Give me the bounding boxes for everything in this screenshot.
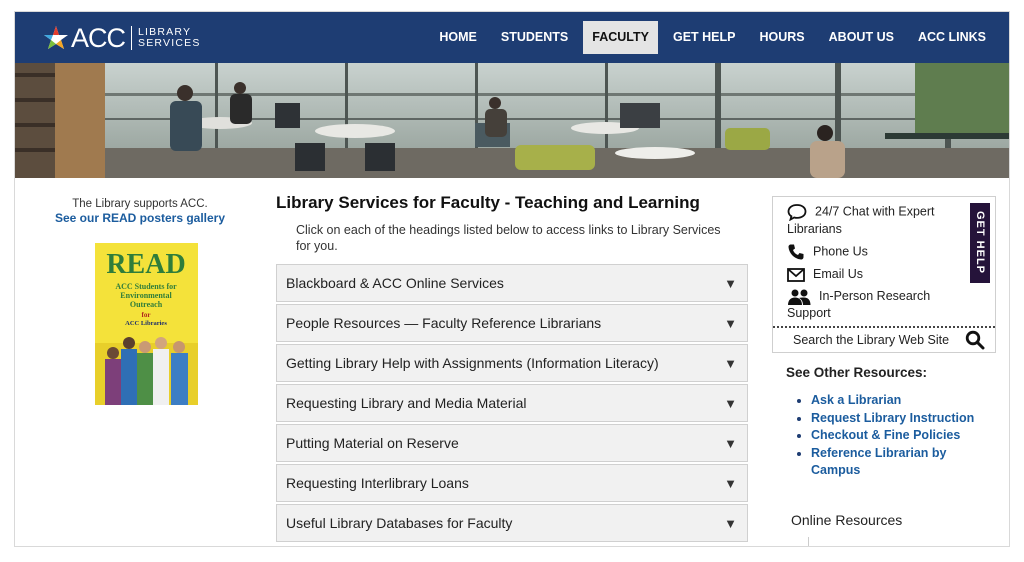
logo-text: ACC — [71, 23, 126, 53]
request-library-instruction-link[interactable]: Request Library Instruction — [797, 410, 993, 428]
read-poster-graphic: READ ACC Students for Environmental Outr… — [95, 243, 198, 405]
accordion-label: Getting Library Help with Assignments (I… — [286, 355, 659, 371]
logo-divider — [131, 26, 133, 50]
accordion-label: Requesting Library and Media Material — [286, 395, 527, 411]
logo-subtitle: LIBRARY SERVICES — [138, 27, 201, 49]
accordion-requesting-material[interactable]: Requesting Library and Media Material ▼ — [276, 384, 748, 422]
checkout-fine-policies-link[interactable]: Checkout & Fine Policies — [797, 427, 993, 445]
services-accordion: Blackboard & ACC Online Services ▼ Peopl… — [276, 264, 748, 544]
accordion-label: Blackboard & ACC Online Services — [286, 275, 504, 291]
online-resources-heading: Online Resources — [791, 512, 903, 528]
chevron-down-icon: ▼ — [724, 515, 737, 531]
chevron-down-icon: ▼ — [724, 435, 737, 451]
search-icon[interactable] — [965, 330, 985, 350]
phone-icon — [788, 244, 804, 260]
read-posters-panel: The Library supports ACC. See our READ p… — [15, 198, 265, 405]
page-frame: ACC LIBRARY SERVICES HOME STUDENTS FACUL… — [14, 11, 1010, 547]
read-posters-link[interactable]: See our READ posters gallery — [15, 211, 265, 225]
nav-get-help[interactable]: GET HELP — [664, 21, 745, 54]
logo-sub-line2: SERVICES — [138, 37, 201, 49]
in-person-label-line1: In-Person Research — [819, 289, 931, 303]
acc-library-logo[interactable]: ACC LIBRARY SERVICES — [43, 24, 201, 52]
hero-library-photo — [15, 63, 1009, 178]
accordion-label: Requesting Interlibrary Loans — [286, 475, 469, 491]
nav-hours[interactable]: HOURS — [751, 21, 814, 54]
nav-students[interactable]: STUDENTS — [492, 21, 577, 54]
other-resources-heading: See Other Resources: — [786, 365, 928, 380]
online-resources-divider — [808, 537, 809, 546]
accordion-label: Useful Library Databases for Faculty — [286, 515, 513, 531]
accordion-label: People Resources — Faculty Reference Lib… — [286, 315, 602, 331]
reference-librarian-by-campus-link[interactable]: Reference Librarian by Campus — [797, 445, 993, 480]
chevron-down-icon: ▼ — [724, 315, 737, 331]
chevron-down-icon: ▼ — [724, 275, 737, 291]
library-supports-text: The Library supports ACC. — [72, 198, 208, 210]
main-nav: HOME STUDENTS FACULTY GET HELP HOURS ABO… — [424, 20, 995, 55]
poster-line3: Outreach — [130, 300, 163, 309]
chat-bubble-icon — [787, 204, 807, 221]
phone-label: Phone Us — [813, 244, 868, 259]
poster-line2: Environmental — [120, 291, 172, 300]
nav-acc-links[interactable]: ACC LINKS — [909, 21, 995, 54]
nav-about-us[interactable]: ABOUT US — [820, 21, 903, 54]
poster-line1: ACC Students for — [115, 282, 177, 291]
faculty-services-main: Library Services for Faculty - Teaching … — [276, 192, 748, 542]
page-intro: Click on each of the headings listed bel… — [296, 223, 721, 253]
chat-label-line2: Librarians — [787, 222, 842, 236]
star-logo-icon — [44, 26, 68, 49]
library-interior-image — [15, 63, 1009, 178]
page-title: Library Services for Faculty - Teaching … — [276, 193, 700, 212]
accordion-interlibrary-loans[interactable]: Requesting Interlibrary Loans ▼ — [276, 464, 748, 502]
nav-home[interactable]: HOME — [430, 21, 486, 54]
in-person-label-line2: Support — [787, 306, 831, 320]
email-label: Email Us — [813, 267, 864, 281]
read-poster-image[interactable]: READ ACC Students for Environmental Outr… — [95, 243, 198, 405]
accordion-blackboard[interactable]: Blackboard & ACC Online Services ▼ — [276, 264, 748, 302]
email-link[interactable]: Email Us — [787, 266, 863, 283]
poster-title: READ — [106, 249, 185, 280]
chat-label-line1: 24/7 Chat with Expert — [815, 204, 935, 219]
in-person-support-link[interactable]: In-Person Research Support — [787, 288, 930, 322]
chevron-down-icon: ▼ — [724, 355, 737, 371]
users-icon — [788, 289, 811, 305]
poster-line4: for — [142, 311, 151, 319]
site-header: ACC LIBRARY SERVICES HOME STUDENTS FACUL… — [15, 12, 1009, 63]
site-search — [773, 326, 995, 354]
get-help-tab[interactable]: GET HELP — [970, 203, 990, 283]
accordion-reserve[interactable]: Putting Material on Reserve ▼ — [276, 424, 748, 462]
other-resources-list: Ask a Librarian Request Library Instruct… — [797, 392, 993, 480]
poster-line5: ACC Libraries — [125, 320, 167, 327]
search-input[interactable] — [793, 333, 963, 347]
accordion-label: Putting Material on Reserve — [286, 435, 459, 451]
ask-a-librarian-link[interactable]: Ask a Librarian — [797, 392, 993, 410]
email-icon — [787, 267, 805, 282]
nav-faculty[interactable]: FACULTY — [583, 21, 658, 54]
phone-link[interactable]: Phone Us — [787, 243, 868, 261]
accordion-information-literacy[interactable]: Getting Library Help with Assignments (I… — [276, 344, 748, 382]
chat-link[interactable]: 24/7 Chat with Expert Librarians — [787, 203, 935, 238]
accordion-databases[interactable]: Useful Library Databases for Faculty ▼ — [276, 504, 748, 542]
chevron-down-icon: ▼ — [724, 395, 737, 411]
chevron-down-icon: ▼ — [724, 475, 737, 491]
accordion-people-resources[interactable]: People Resources — Faculty Reference Lib… — [276, 304, 748, 342]
get-help-box: 24/7 Chat with Expert Librarians Phone U… — [772, 196, 996, 353]
